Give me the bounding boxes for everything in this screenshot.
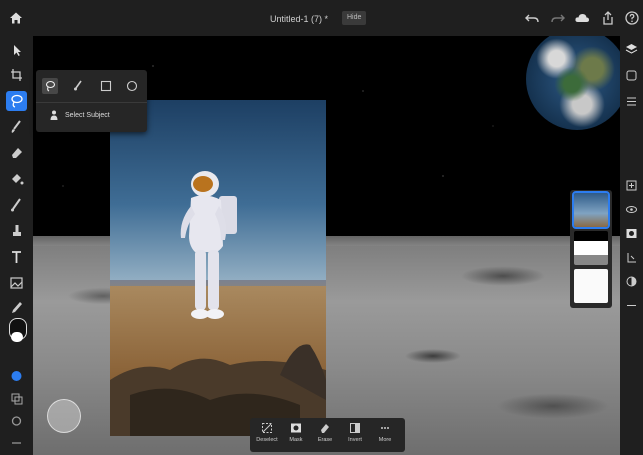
clone-stamp-tool-icon[interactable] bbox=[6, 221, 27, 241]
photoshop-app: Untitled-1 (7) * Hide Select Subject Des… bbox=[0, 0, 643, 455]
selection-mode-row bbox=[40, 75, 144, 99]
layer-thumbnails-icon[interactable] bbox=[624, 68, 639, 83]
selection-options-popover: Select Subject bbox=[36, 70, 147, 132]
document-title[interactable]: Untitled-1 (7) * bbox=[270, 14, 328, 24]
layer-thumbnail-background[interactable] bbox=[574, 269, 608, 303]
more-button[interactable]: More bbox=[372, 422, 398, 450]
more-icon bbox=[381, 427, 389, 429]
layer-properties-icon[interactable] bbox=[6, 366, 27, 386]
type-tool-icon[interactable] bbox=[6, 247, 27, 267]
layer-stack bbox=[570, 190, 612, 308]
eraser-tool-icon[interactable] bbox=[6, 143, 27, 163]
top-bar: Untitled-1 (7) * Hide bbox=[0, 0, 643, 36]
erase-label: Erase bbox=[317, 437, 333, 443]
erase-button[interactable]: Erase bbox=[312, 422, 338, 450]
more-tools-icon[interactable] bbox=[6, 433, 27, 453]
add-layer-icon[interactable] bbox=[624, 178, 639, 193]
brush-tool-icon[interactable] bbox=[6, 117, 27, 137]
home-icon[interactable] bbox=[9, 11, 23, 25]
adjustments-icon[interactable] bbox=[6, 388, 27, 408]
visibility-icon[interactable] bbox=[624, 202, 639, 217]
undo-icon[interactable] bbox=[524, 10, 540, 26]
astronaut-photo-layer[interactable] bbox=[110, 100, 326, 436]
touch-shortcut-button[interactable] bbox=[47, 399, 81, 433]
clipping-mask-icon[interactable] bbox=[624, 250, 639, 265]
redo-icon[interactable] bbox=[550, 10, 566, 26]
right-toolbar bbox=[620, 36, 643, 455]
deselect-icon bbox=[262, 423, 272, 433]
popover-divider bbox=[36, 102, 147, 103]
more-label: More bbox=[378, 437, 392, 443]
layer-thumbnail-astronaut[interactable] bbox=[572, 191, 610, 229]
help-icon[interactable] bbox=[624, 10, 640, 26]
mask-label: Mask bbox=[289, 437, 303, 443]
quick-select-brush-icon[interactable] bbox=[70, 78, 86, 94]
hide-badge[interactable]: Hide bbox=[342, 11, 367, 25]
mask-button[interactable]: Mask bbox=[283, 422, 309, 450]
ellipse-select-icon[interactable] bbox=[124, 78, 140, 94]
layer-more-icon[interactable] bbox=[624, 298, 639, 313]
settings-icon[interactable] bbox=[6, 411, 27, 431]
mask-icon[interactable] bbox=[624, 226, 639, 241]
astronaut-figure bbox=[180, 171, 237, 319]
layers-icon[interactable] bbox=[624, 42, 639, 57]
erase-icon bbox=[321, 424, 329, 433]
lasso-select-tool-icon[interactable] bbox=[6, 91, 27, 111]
fill-tool-icon[interactable] bbox=[6, 169, 27, 189]
left-toolbar bbox=[0, 36, 33, 455]
invert-button[interactable]: Invert bbox=[342, 422, 368, 450]
invert-label: Invert bbox=[348, 437, 362, 443]
layer-thumbnail-moon[interactable] bbox=[574, 231, 608, 265]
select-subject-button[interactable]: Select Subject bbox=[65, 112, 110, 119]
person-icon bbox=[50, 110, 58, 120]
share-icon[interactable] bbox=[600, 10, 616, 26]
healing-brush-tool-icon[interactable] bbox=[6, 195, 27, 215]
layer-details-icon[interactable] bbox=[624, 94, 639, 109]
contextual-task-bar: Deselect Mask Erase Invert More bbox=[250, 418, 405, 452]
place-image-tool-icon[interactable] bbox=[6, 273, 27, 293]
deselect-label: Deselect bbox=[256, 437, 278, 443]
deselect-button[interactable]: Deselect bbox=[254, 422, 280, 450]
crop-tool-icon[interactable] bbox=[6, 65, 27, 85]
adjustment-layer-icon[interactable] bbox=[624, 274, 639, 289]
eyedropper-tool-icon[interactable] bbox=[6, 297, 27, 317]
rectangle-select-icon[interactable] bbox=[98, 78, 114, 94]
cloud-icon[interactable] bbox=[574, 10, 590, 26]
invert-icon bbox=[350, 423, 360, 433]
move-tool-icon[interactable] bbox=[6, 40, 27, 60]
lasso-icon[interactable] bbox=[42, 78, 58, 94]
secondary-color-swatch[interactable] bbox=[11, 332, 23, 342]
mask-task-icon bbox=[291, 423, 301, 433]
